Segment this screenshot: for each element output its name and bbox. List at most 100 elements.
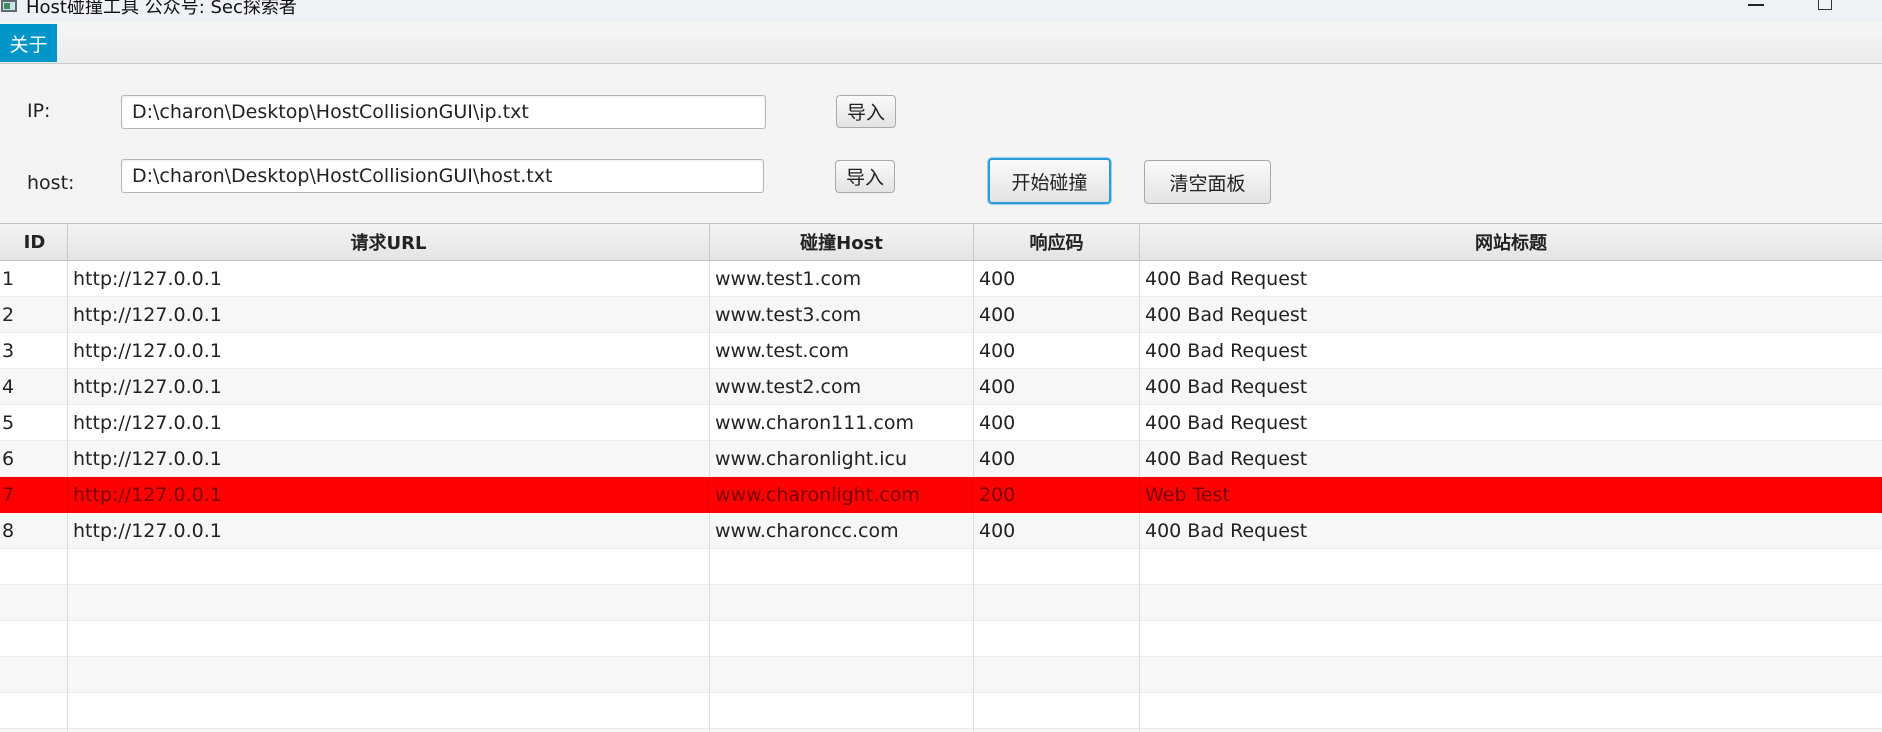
column-header-url[interactable]: 请求URL (68, 224, 710, 260)
cell-host: www.test3.com (710, 297, 974, 333)
cell-url (68, 693, 710, 729)
cell-id: 7 (0, 477, 68, 513)
cell-host (710, 693, 974, 729)
cell-status: 400 (974, 441, 1140, 477)
cell-status: 400 (974, 333, 1140, 369)
cell-title: 400 Bad Request (1140, 261, 1882, 297)
cell-status: 400 (974, 297, 1140, 333)
cell-id: 8 (0, 513, 68, 549)
empty-table-row[interactable] (0, 549, 1882, 585)
cell-title (1140, 585, 1882, 621)
cell-id (0, 657, 68, 693)
cell-host: www.charonlight.icu (710, 441, 974, 477)
minimize-icon[interactable] (1748, 4, 1764, 6)
host-path-input[interactable]: D:\charon\Desktop\HostCollisionGUI\host.… (121, 159, 764, 193)
cell-status: 400 (974, 261, 1140, 297)
menu-bar: 关于 (0, 22, 1882, 64)
cell-id (0, 621, 68, 657)
cell-url: http://127.0.0.1 (68, 513, 710, 549)
title-bar: Host碰撞工具 公众号: Sec探索者 (0, 0, 1882, 22)
import-host-button[interactable]: 导入 (835, 160, 895, 193)
start-collision-button[interactable]: 开始碰撞 (988, 158, 1111, 204)
cell-host: www.test2.com (710, 369, 974, 405)
cell-title (1140, 657, 1882, 693)
cell-url: http://127.0.0.1 (68, 261, 710, 297)
column-header-host[interactable]: 碰撞Host (710, 224, 974, 260)
column-header-title[interactable]: 网站标题 (1140, 224, 1882, 260)
table-row[interactable]: 5 http://127.0.0.1 www.charon111.com 400 400… (0, 405, 1882, 441)
cell-status: 200 (974, 477, 1140, 513)
cell-url: http://127.0.0.1 (68, 405, 710, 441)
cell-host: www.test.com (710, 333, 974, 369)
ip-label: IP: (27, 100, 51, 122)
cell-status (974, 657, 1140, 693)
cell-title: 400 Bad Request (1140, 513, 1882, 549)
table-row[interactable]: 4 http://127.0.0.1 www.test2.com 400 400 Bad… (0, 369, 1882, 405)
cell-status (974, 693, 1140, 729)
cell-title (1140, 693, 1882, 729)
host-label: host: (27, 172, 75, 194)
cell-host (710, 657, 974, 693)
cell-url: http://127.0.0.1 (68, 441, 710, 477)
cell-url (68, 549, 710, 585)
cell-id: 4 (0, 369, 68, 405)
import-ip-button[interactable]: 导入 (836, 95, 896, 128)
table-header: ID 请求URL 碰撞Host 响应码 网站标题 (0, 224, 1882, 261)
table-row[interactable]: 1 http://127.0.0.1 www.test1.com 400 400 Bad… (0, 261, 1882, 297)
cell-url: http://127.0.0.1 (68, 477, 710, 513)
empty-table-row[interactable] (0, 693, 1882, 729)
app-icon (0, 0, 20, 16)
table-body: 1 http://127.0.0.1 www.test1.com 400 400 Bad… (0, 261, 1882, 732)
clear-panel-button[interactable]: 清空面板 (1144, 160, 1271, 204)
table-row[interactable]: 3 http://127.0.0.1 www.test.com 400 400 Bad … (0, 333, 1882, 369)
cell-url (68, 657, 710, 693)
cell-id: 3 (0, 333, 68, 369)
empty-table-row[interactable] (0, 585, 1882, 621)
cell-title: 400 Bad Request (1140, 405, 1882, 441)
cell-host: www.charon111.com (710, 405, 974, 441)
cell-host: www.charonlight.com (710, 477, 974, 513)
cell-status: 400 (974, 405, 1140, 441)
cell-title: 400 Bad Request (1140, 369, 1882, 405)
cell-title: 400 Bad Request (1140, 297, 1882, 333)
cell-url: http://127.0.0.1 (68, 333, 710, 369)
cell-title: 400 Bad Request (1140, 441, 1882, 477)
cell-host (710, 549, 974, 585)
cell-id: 1 (0, 261, 68, 297)
column-header-id[interactable]: ID (0, 224, 68, 260)
cell-status: 400 (974, 369, 1140, 405)
cell-title (1140, 621, 1882, 657)
menu-item-about[interactable]: 关于 (0, 24, 57, 62)
empty-table-row[interactable] (0, 621, 1882, 657)
cell-status: 400 (974, 513, 1140, 549)
window-title: Host碰撞工具 公众号: Sec探索者 (26, 0, 297, 18)
cell-host (710, 585, 974, 621)
cell-status (974, 585, 1140, 621)
maximize-icon[interactable] (1818, 0, 1832, 10)
cell-host: www.charoncc.com (710, 513, 974, 549)
table-row[interactable]: 8 http://127.0.0.1 www.charoncc.com 400 400 … (0, 513, 1882, 549)
cell-title: Web Test (1140, 477, 1882, 513)
table-row[interactable]: 6 http://127.0.0.1 www.charonlight.icu 400 4… (0, 441, 1882, 477)
table-row[interactable]: 2 http://127.0.0.1 www.test3.com 400 400 Bad… (0, 297, 1882, 333)
cell-id: 2 (0, 297, 68, 333)
cell-status (974, 549, 1140, 585)
cell-id (0, 585, 68, 621)
cell-url (68, 621, 710, 657)
cell-id (0, 693, 68, 729)
cell-title (1140, 549, 1882, 585)
cell-host (710, 621, 974, 657)
cell-id: 5 (0, 405, 68, 441)
cell-id (0, 549, 68, 585)
empty-table-row[interactable] (0, 657, 1882, 693)
cell-id: 6 (0, 441, 68, 477)
ip-path-input[interactable]: D:\charon\Desktop\HostCollisionGUI\ip.tx… (121, 95, 766, 129)
table-row[interactable]: 7 http://127.0.0.1 www.charonlight.com 200 W… (0, 477, 1882, 513)
cell-title: 400 Bad Request (1140, 333, 1882, 369)
cell-url: http://127.0.0.1 (68, 369, 710, 405)
cell-url (68, 585, 710, 621)
cell-url: http://127.0.0.1 (68, 297, 710, 333)
cell-status (974, 621, 1140, 657)
results-table: ID 请求URL 碰撞Host 响应码 网站标题 1 http://127.0.0… (0, 223, 1882, 732)
column-header-status[interactable]: 响应码 (974, 224, 1140, 260)
